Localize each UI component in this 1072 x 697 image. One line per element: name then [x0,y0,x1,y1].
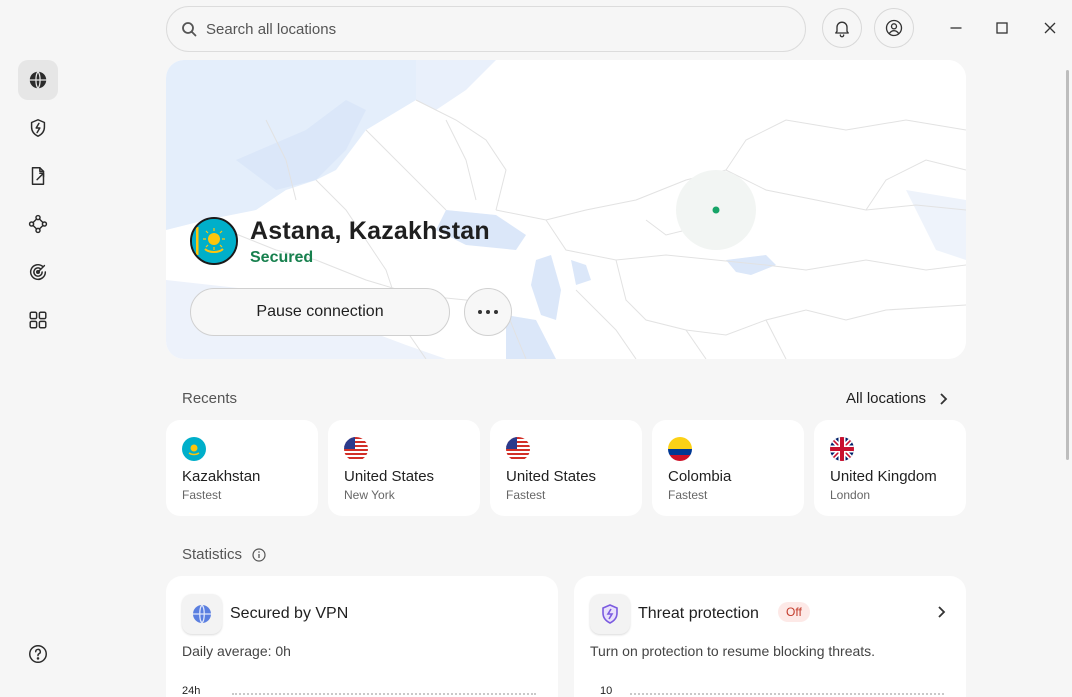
connected-location: Astana, Kazakhstan [250,217,490,245]
more-dot-icon [486,310,490,314]
info-icon[interactable] [252,548,266,562]
recent-location-card[interactable]: Kazakhstan Fastest [166,420,318,516]
statistics-header: Statistics [182,546,266,563]
minimize-button[interactable] [944,16,968,40]
maximize-button[interactable] [990,16,1014,40]
sidebar-item-meshnet[interactable] [18,204,58,244]
all-locations-link[interactable]: All locations [846,390,950,407]
close-icon [1044,22,1056,34]
uk-flag-icon [830,437,854,461]
globe-icon [29,71,47,89]
sidebar-item-globe[interactable] [18,60,58,100]
threat-protection-description: Turn on protection to resume blocking th… [590,643,876,659]
recent-location-sub: Fastest [668,488,708,502]
us-flag-icon [344,437,368,461]
recent-location-name: United Kingdom [830,468,937,485]
more-options-button[interactable] [464,288,512,336]
more-dot-icon [494,310,498,314]
vpn-stats-card: Secured by VPN Daily average: 0h [166,576,558,697]
search-bar[interactable] [166,6,806,52]
account-button[interactable] [874,8,914,48]
chevron-right-icon[interactable] [934,605,948,619]
more-dot-icon [478,310,482,314]
globe-stat-icon [182,594,222,634]
kazakhstan-flag-icon [190,217,238,265]
daily-average-label: Daily average: [182,643,272,659]
radar-icon [30,263,47,281]
grid-icon [29,311,47,329]
threat-chart-axis-label: 10 [600,685,613,697]
close-button[interactable] [1038,16,1062,40]
location-marker [712,206,720,214]
all-locations-label: All locations [846,390,927,407]
scrollbar[interactable] [1066,70,1069,460]
vpn-stats-title: Secured by VPN [230,605,349,622]
help-icon [29,645,47,663]
bell-icon [835,21,849,38]
statistics-label: Statistics [182,546,243,563]
recent-location-name: United States [506,468,597,485]
recent-location-card[interactable]: Colombia Fastest [652,420,804,516]
daily-average: Daily average: 0h [182,643,291,659]
sidebar-item-file-sharing[interactable] [18,156,58,196]
sidebar-item-help[interactable] [18,634,58,674]
status-badge: Off [778,602,810,622]
daily-average-value: 0h [275,643,291,659]
minimize-icon [950,27,962,29]
sidebar-item-dark-web-monitor[interactable] [18,252,58,292]
recent-location-name: Kazakhstan [182,468,261,485]
recent-location-name: United States [344,468,435,485]
file-share-icon [31,167,45,185]
sidebar-item-apps[interactable] [18,300,58,340]
vpn-chart-gridline [232,693,536,695]
recent-location-card[interactable]: United States New York [328,420,480,516]
search-input[interactable] [206,20,766,38]
recent-location-card[interactable]: United States Fastest [490,420,642,516]
chevron-right-icon [940,392,948,405]
shield-stat-icon [590,594,630,634]
shield-bolt-icon [30,119,46,137]
connection-status: Secured [250,249,314,266]
recent-location-sub: New York [344,488,395,502]
maximize-icon [996,22,1008,34]
threat-protection-title: Threat protection [638,605,759,622]
pause-connection-button[interactable]: Pause connection [190,288,450,336]
search-icon [182,22,197,37]
recents-label: Recents [182,390,238,407]
sidebar-item-threat-protection[interactable] [18,108,58,148]
colombia-flag-icon [668,437,692,461]
kazakhstan-flag-icon [182,437,206,461]
threat-chart-gridline [630,693,944,695]
notifications-button[interactable] [822,8,862,48]
recent-location-sub: London [830,488,871,502]
recent-location-sub: Fastest [182,488,222,502]
threat-protection-card[interactable]: Threat protection Off Turn on protection… [574,576,966,697]
recent-location-card[interactable]: United Kingdom London [814,420,966,516]
user-icon [885,19,903,37]
sidebar [0,0,76,697]
us-flag-icon [506,437,530,461]
recent-location-name: Colombia [668,468,732,485]
meshnet-icon [28,214,48,234]
vpn-chart-axis-label: 24h [182,685,201,697]
recent-location-sub: Fastest [506,488,546,502]
